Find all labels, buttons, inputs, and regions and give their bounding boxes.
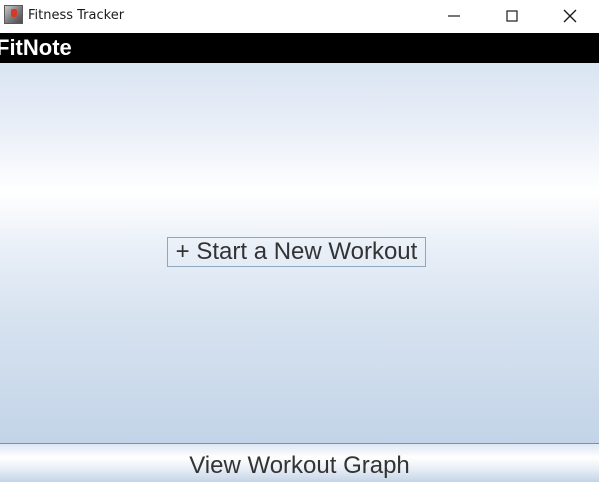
app-window: Fitness Tracker FitNote + Start a New Wo… <box>0 0 599 482</box>
window-title: Fitness Tracker <box>28 8 125 23</box>
view-workout-graph-button[interactable]: View Workout Graph <box>0 444 599 482</box>
app-header: FitNote <box>0 33 599 63</box>
app-name: FitNote <box>0 35 72 60</box>
java-app-icon <box>4 5 23 24</box>
start-new-workout-button[interactable]: + Start a New Workout <box>167 237 426 267</box>
title-bar[interactable]: Fitness Tracker <box>0 0 599 33</box>
close-icon <box>563 9 577 23</box>
main-panel: + Start a New Workout <box>0 63 599 443</box>
maximize-icon <box>506 10 518 22</box>
close-button[interactable] <box>541 0 599 31</box>
maximize-button[interactable] <box>483 0 541 31</box>
minimize-icon <box>448 15 460 17</box>
minimize-button[interactable] <box>425 0 483 31</box>
